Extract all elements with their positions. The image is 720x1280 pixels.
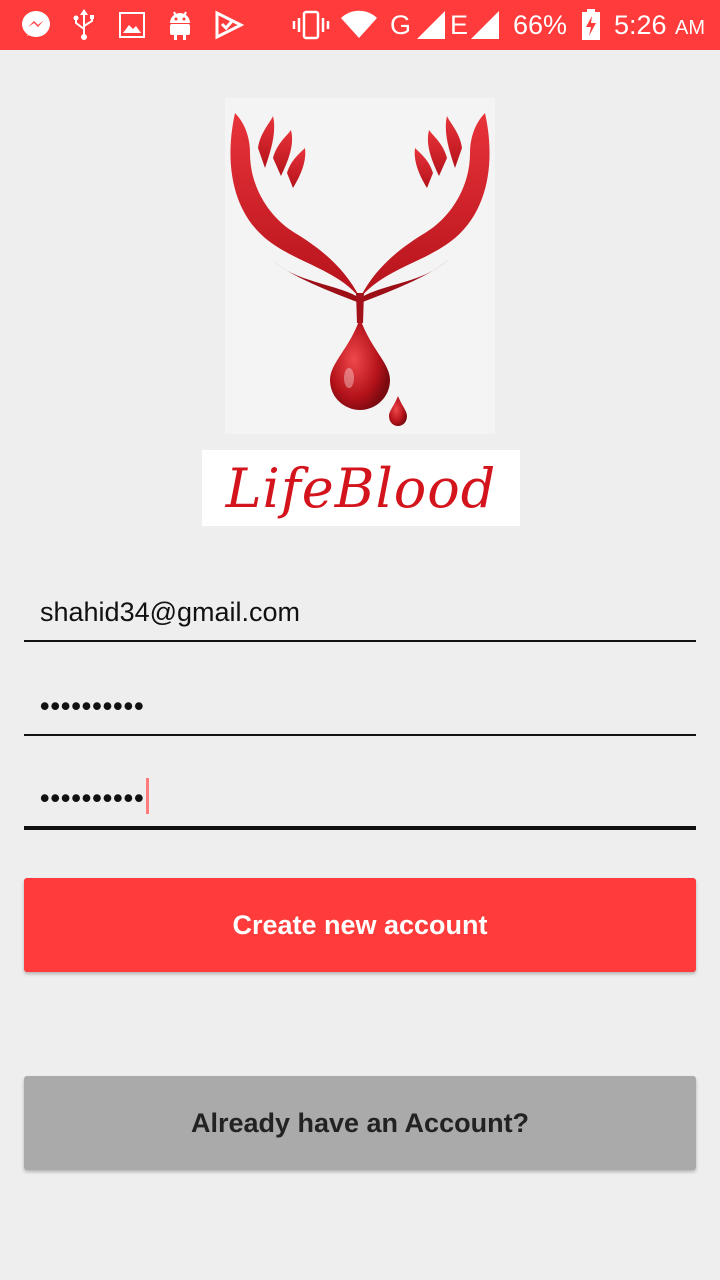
login-button[interactable]: Already have an Account? xyxy=(24,1076,696,1170)
password-value: •••••••••• xyxy=(40,691,145,721)
email-value: shahid34@gmail.com xyxy=(40,597,301,627)
status-bar: G E 66% 5:26 AM xyxy=(0,0,720,50)
clock-time: 5:26 xyxy=(614,10,667,40)
checklist-icon xyxy=(214,8,244,42)
battery-icon xyxy=(580,8,602,42)
gallery-icon xyxy=(118,8,146,42)
password-field[interactable]: •••••••••• xyxy=(24,676,696,736)
android-icon xyxy=(166,8,194,42)
usb-icon xyxy=(70,8,98,42)
vibrate-icon xyxy=(292,8,330,42)
network-type-g: G xyxy=(390,10,412,40)
signal-icon xyxy=(416,8,446,42)
messenger-icon xyxy=(18,8,54,42)
clock-ampm: AM xyxy=(675,17,705,39)
logo-text: LifeBlood xyxy=(202,450,520,526)
network-type-e: E xyxy=(450,10,469,40)
confirm-password-value: •••••••••• xyxy=(40,783,145,813)
confirm-password-field[interactable]: •••••••••• xyxy=(24,770,696,830)
battery-percent: 66% xyxy=(513,10,568,40)
wifi-icon xyxy=(340,8,378,42)
text-cursor xyxy=(145,778,149,814)
create-account-button[interactable]: Create new account xyxy=(24,878,696,972)
email-field[interactable]: shahid34@gmail.com xyxy=(24,582,696,642)
signal-icon xyxy=(470,8,500,42)
logo-hands-blood-drop xyxy=(225,98,495,434)
